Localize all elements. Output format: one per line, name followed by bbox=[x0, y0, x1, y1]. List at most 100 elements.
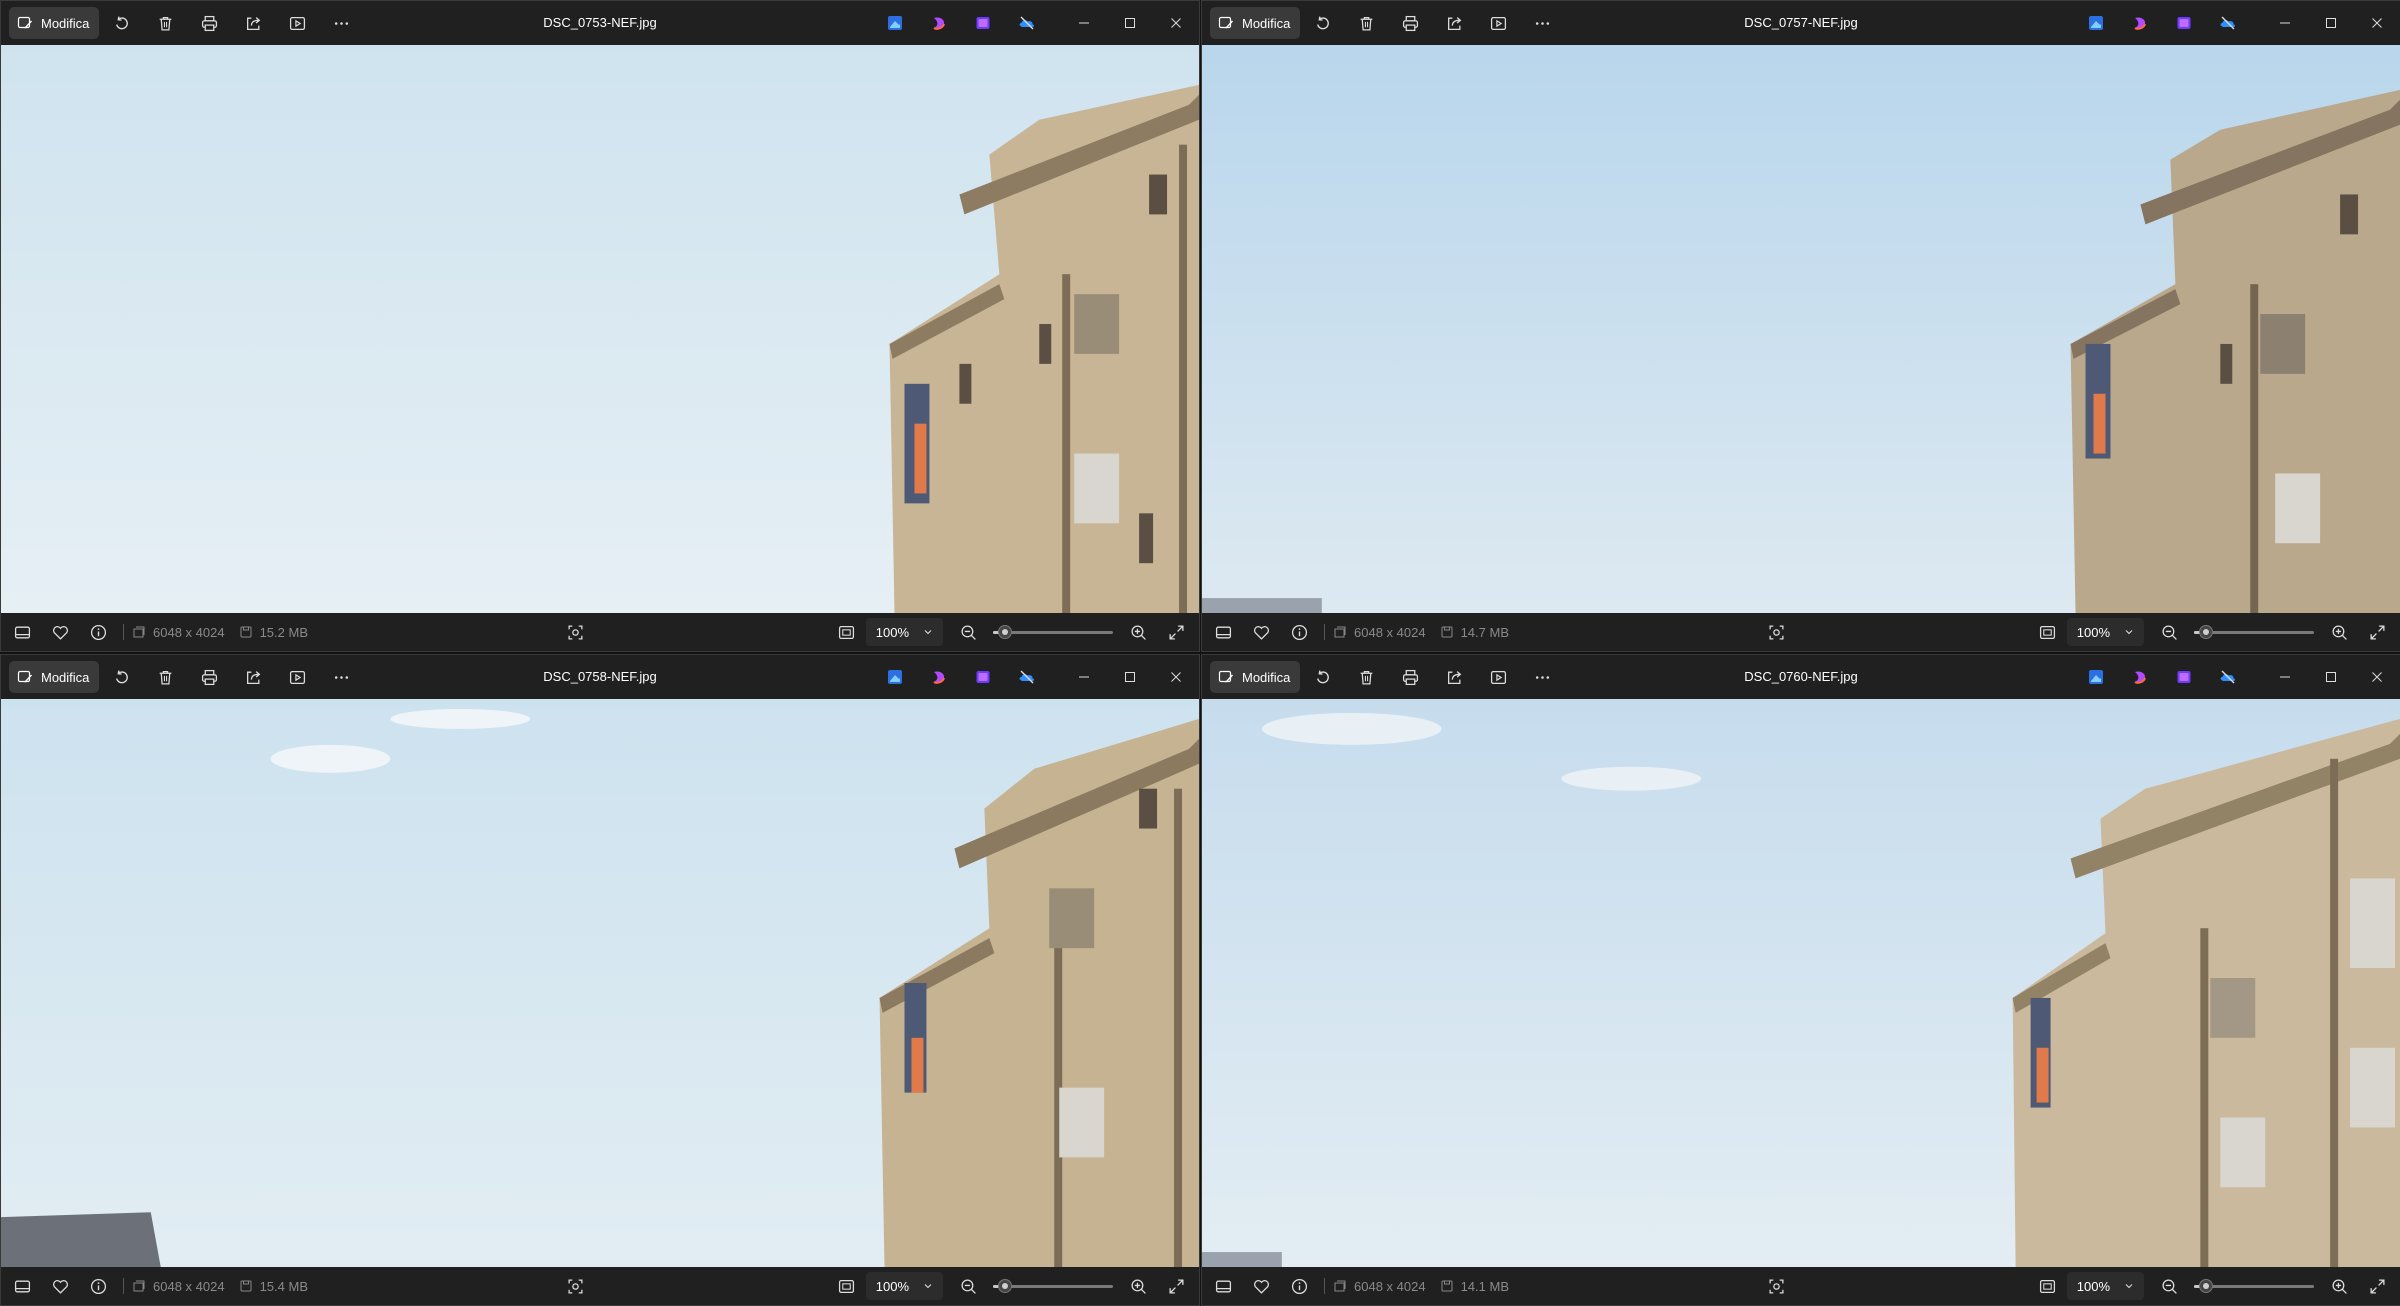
fit-to-window-button[interactable] bbox=[828, 616, 866, 648]
delete-button[interactable] bbox=[143, 661, 187, 693]
zoom-level-dropdown[interactable]: 100% bbox=[865, 618, 943, 646]
zoom-in-button[interactable] bbox=[2320, 1270, 2358, 1302]
delete-button[interactable] bbox=[1344, 661, 1388, 693]
delete-button[interactable] bbox=[1344, 7, 1388, 39]
filmstrip-toggle-button[interactable] bbox=[3, 1270, 41, 1302]
print-button[interactable] bbox=[1388, 661, 1432, 693]
clipchamp-button[interactable] bbox=[917, 661, 961, 693]
slideshow-button[interactable] bbox=[275, 7, 319, 39]
designer-button[interactable] bbox=[961, 7, 1005, 39]
minimize-button[interactable] bbox=[2262, 655, 2308, 699]
zoom-slider-thumb[interactable] bbox=[998, 1279, 1012, 1293]
maximize-button[interactable] bbox=[1107, 1, 1153, 45]
minimize-button[interactable] bbox=[1061, 1, 1107, 45]
filmstrip-toggle-button[interactable] bbox=[3, 616, 41, 648]
zoom-out-button[interactable] bbox=[2150, 1270, 2188, 1302]
file-info-button[interactable] bbox=[79, 1270, 117, 1302]
photo-editor-button[interactable] bbox=[2074, 661, 2118, 693]
favorite-button[interactable] bbox=[1242, 1270, 1280, 1302]
filmstrip-toggle-button[interactable] bbox=[1204, 1270, 1242, 1302]
maximize-button[interactable] bbox=[1107, 655, 1153, 699]
file-info-button[interactable] bbox=[1280, 616, 1318, 648]
rotate-button[interactable] bbox=[1300, 661, 1344, 693]
rotate-button[interactable] bbox=[99, 7, 143, 39]
photo-canvas[interactable] bbox=[1202, 45, 2400, 613]
zoom-level-dropdown[interactable]: 100% bbox=[2066, 618, 2144, 646]
photo-canvas[interactable] bbox=[1, 699, 1199, 1267]
photo-canvas[interactable] bbox=[1, 45, 1199, 613]
slideshow-button[interactable] bbox=[275, 661, 319, 693]
edit-button[interactable]: Modifica bbox=[1210, 7, 1301, 39]
zoom-slider-thumb[interactable] bbox=[2199, 1279, 2213, 1293]
zoom-level-dropdown[interactable]: 100% bbox=[2066, 1272, 2144, 1300]
favorite-button[interactable] bbox=[1242, 616, 1280, 648]
face-detection-button[interactable] bbox=[1752, 1270, 1800, 1302]
zoom-out-button[interactable] bbox=[949, 1270, 987, 1302]
close-button[interactable] bbox=[1153, 1, 1199, 45]
more-button[interactable] bbox=[319, 7, 363, 39]
full-screen-button[interactable] bbox=[1157, 1270, 1195, 1302]
fit-to-window-button[interactable] bbox=[828, 1270, 866, 1302]
zoom-slider[interactable] bbox=[2194, 622, 2314, 642]
designer-button[interactable] bbox=[961, 661, 1005, 693]
delete-button[interactable] bbox=[143, 7, 187, 39]
fit-to-window-button[interactable] bbox=[2029, 616, 2067, 648]
fit-to-window-button[interactable] bbox=[2029, 1270, 2067, 1302]
zoom-in-button[interactable] bbox=[1119, 616, 1157, 648]
more-button[interactable] bbox=[1520, 7, 1564, 39]
maximize-button[interactable] bbox=[2308, 1, 2354, 45]
zoom-level-dropdown[interactable]: 100% bbox=[865, 1272, 943, 1300]
clipchamp-button[interactable] bbox=[2118, 7, 2162, 39]
onedrive-button[interactable] bbox=[1005, 661, 1049, 693]
favorite-button[interactable] bbox=[41, 616, 79, 648]
more-button[interactable] bbox=[1520, 661, 1564, 693]
more-button[interactable] bbox=[319, 661, 363, 693]
rotate-button[interactable] bbox=[99, 661, 143, 693]
clipchamp-button[interactable] bbox=[917, 7, 961, 39]
zoom-slider[interactable] bbox=[993, 1276, 1113, 1296]
onedrive-button[interactable] bbox=[2206, 661, 2250, 693]
share-button[interactable] bbox=[231, 661, 275, 693]
clipchamp-button[interactable] bbox=[2118, 661, 2162, 693]
zoom-in-button[interactable] bbox=[1119, 1270, 1157, 1302]
zoom-slider-thumb[interactable] bbox=[2199, 625, 2213, 639]
onedrive-button[interactable] bbox=[1005, 7, 1049, 39]
filmstrip-toggle-button[interactable] bbox=[1204, 616, 1242, 648]
edit-button[interactable]: Modifica bbox=[9, 7, 100, 39]
minimize-button[interactable] bbox=[1061, 655, 1107, 699]
face-detection-button[interactable] bbox=[551, 1270, 599, 1302]
edit-button[interactable]: Modifica bbox=[1210, 661, 1301, 693]
slideshow-button[interactable] bbox=[1476, 661, 1520, 693]
minimize-button[interactable] bbox=[2262, 1, 2308, 45]
print-button[interactable] bbox=[1388, 7, 1432, 39]
file-info-button[interactable] bbox=[1280, 1270, 1318, 1302]
designer-button[interactable] bbox=[2162, 661, 2206, 693]
share-button[interactable] bbox=[1432, 7, 1476, 39]
zoom-out-button[interactable] bbox=[949, 616, 987, 648]
photo-editor-button[interactable] bbox=[873, 661, 917, 693]
zoom-slider-thumb[interactable] bbox=[998, 625, 1012, 639]
face-detection-button[interactable] bbox=[1752, 616, 1800, 648]
edit-button[interactable]: Modifica bbox=[9, 661, 100, 693]
full-screen-button[interactable] bbox=[2358, 1270, 2396, 1302]
zoom-out-button[interactable] bbox=[2150, 616, 2188, 648]
face-detection-button[interactable] bbox=[551, 616, 599, 648]
full-screen-button[interactable] bbox=[1157, 616, 1195, 648]
full-screen-button[interactable] bbox=[2358, 616, 2396, 648]
print-button[interactable] bbox=[187, 7, 231, 39]
favorite-button[interactable] bbox=[41, 1270, 79, 1302]
photo-editor-button[interactable] bbox=[873, 7, 917, 39]
print-button[interactable] bbox=[187, 661, 231, 693]
close-button[interactable] bbox=[1153, 655, 1199, 699]
share-button[interactable] bbox=[231, 7, 275, 39]
share-button[interactable] bbox=[1432, 661, 1476, 693]
photo-editor-button[interactable] bbox=[2074, 7, 2118, 39]
zoom-slider[interactable] bbox=[993, 622, 1113, 642]
close-button[interactable] bbox=[2354, 1, 2400, 45]
zoom-slider[interactable] bbox=[2194, 1276, 2314, 1296]
close-button[interactable] bbox=[2354, 655, 2400, 699]
maximize-button[interactable] bbox=[2308, 655, 2354, 699]
slideshow-button[interactable] bbox=[1476, 7, 1520, 39]
file-info-button[interactable] bbox=[79, 616, 117, 648]
designer-button[interactable] bbox=[2162, 7, 2206, 39]
